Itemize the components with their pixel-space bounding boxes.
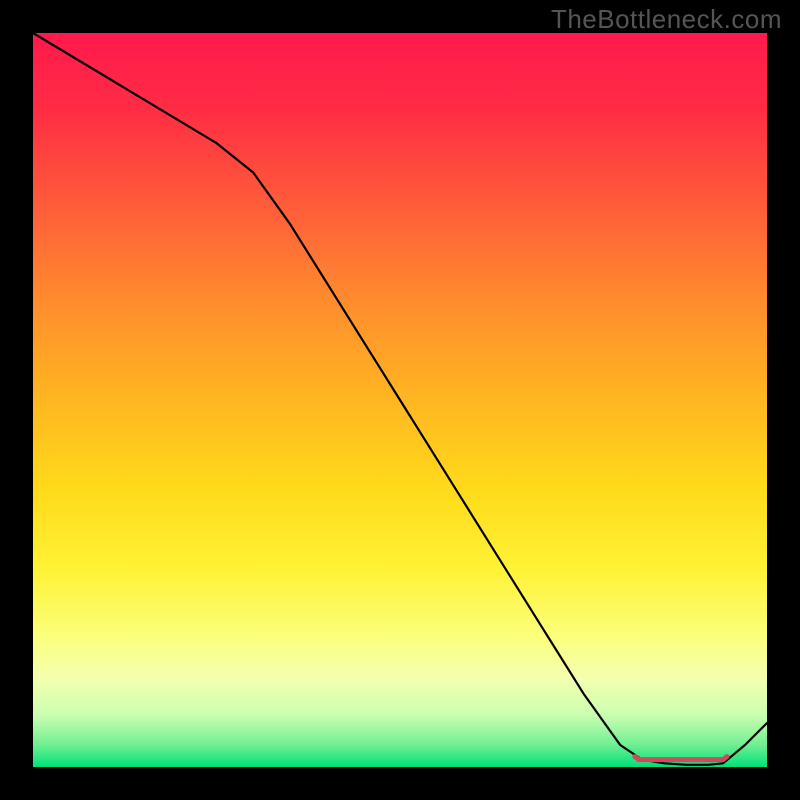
optimum-marker	[635, 757, 727, 760]
chart-frame: TheBottleneck.com	[0, 0, 800, 800]
watermark-text: TheBottleneck.com	[551, 4, 782, 35]
plot-area	[33, 33, 767, 767]
chart-svg	[33, 33, 767, 767]
data-curve	[33, 33, 767, 765]
